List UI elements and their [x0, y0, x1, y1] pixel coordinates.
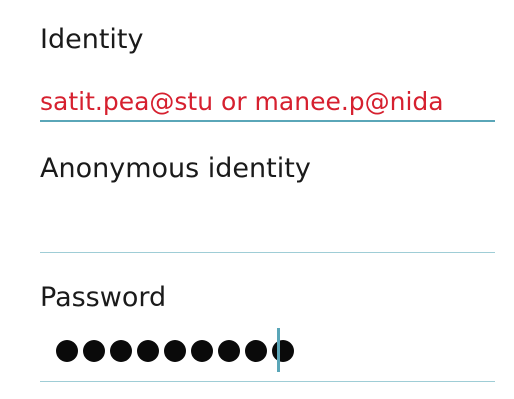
- password-label: Password: [40, 282, 167, 313]
- text-cursor: [277, 328, 280, 372]
- anonymous-identity-underline: [40, 252, 495, 253]
- password-mask-dot: [56, 340, 78, 362]
- password-mask-dot: [245, 340, 267, 362]
- anonymous-identity-input[interactable]: [40, 200, 495, 245]
- password-input[interactable]: [56, 336, 294, 366]
- identity-underline: [40, 120, 495, 122]
- password-mask-dot: [191, 340, 213, 362]
- password-mask-dot: [137, 340, 159, 362]
- anonymous-identity-label: Anonymous identity: [40, 153, 311, 184]
- password-mask-dot: [83, 340, 105, 362]
- eap-credentials-form: Identity satit.pea@stu or manee.p@nida A…: [0, 0, 514, 399]
- password-mask-dot: [218, 340, 240, 362]
- password-mask-dot: [272, 340, 294, 362]
- identity-label: Identity: [40, 24, 144, 55]
- password-mask-dot: [164, 340, 186, 362]
- password-mask-dot: [110, 340, 132, 362]
- password-underline: [40, 381, 495, 382]
- identity-input[interactable]: satit.pea@stu or manee.p@nida: [40, 89, 444, 114]
